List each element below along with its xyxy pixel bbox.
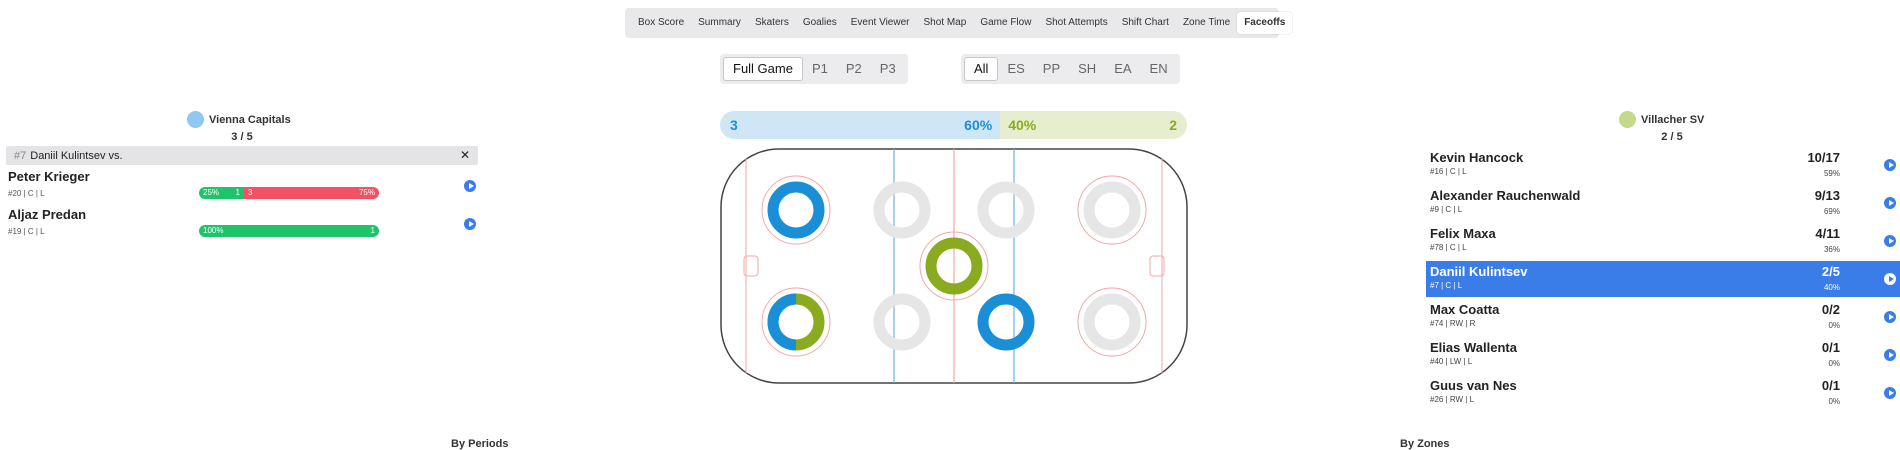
- period-option-p3[interactable]: P3: [871, 57, 905, 81]
- home-team-name: Vienna Capitals: [209, 113, 291, 126]
- faceoff-share-bar: 3 60% 40% 2: [720, 111, 1187, 139]
- loss-count: 3: [248, 188, 253, 197]
- away-team-record: 2 / 5: [1661, 131, 1683, 143]
- play-icon[interactable]: [1884, 311, 1896, 323]
- player-row[interactable]: Felix Maxa #78 | C | L 4/11 36%: [1426, 223, 1900, 259]
- opponent-faceoff-bar: 25% 1 3 75%: [199, 187, 379, 199]
- away-team-name: Villacher SV: [1641, 113, 1705, 126]
- player-faceoff-record: 4/11: [1815, 226, 1840, 241]
- opponent-name: Aljaz Predan: [8, 207, 87, 222]
- player-faceoff-record: 10/17: [1807, 150, 1840, 165]
- tab-skaters[interactable]: Skaters: [748, 12, 796, 34]
- strength-option-en[interactable]: EN: [1141, 57, 1177, 81]
- selected-player-label: Daniil Kulintsev vs.: [30, 149, 123, 162]
- home-team-logo: [187, 111, 204, 128]
- player-row[interactable]: Elias Wallenta #40 | LW | L 0/1 0%: [1426, 337, 1900, 373]
- strength-option-ea[interactable]: EA: [1105, 57, 1140, 81]
- player-faceoff-pct: 0%: [1828, 321, 1840, 330]
- player-meta: #40 | LW | L: [1430, 357, 1473, 366]
- player-faceoff-pct: 69%: [1823, 207, 1840, 216]
- strength-option-pp[interactable]: PP: [1034, 57, 1069, 81]
- player-faceoff-pct: 36%: [1823, 245, 1840, 254]
- home-share: 3 60%: [720, 111, 1001, 139]
- strength-option-all[interactable]: All: [964, 57, 999, 81]
- close-icon[interactable]: ✕: [460, 148, 470, 162]
- home-team-record: 3 / 5: [231, 131, 253, 143]
- period-filter: Full Game P1 P2 P3: [720, 54, 908, 84]
- away-pct: 40%: [1008, 117, 1037, 133]
- play-icon[interactable]: [464, 180, 476, 192]
- player-faceoff-record: 0/1: [1821, 378, 1840, 393]
- player-faceoff-record: 2/5: [1821, 264, 1840, 279]
- player-faceoff-record: 0/2: [1821, 302, 1840, 317]
- win-pct: 100%: [203, 226, 224, 235]
- win-segment: 100% 1: [199, 225, 379, 237]
- by-zones-title: By Zones: [1400, 438, 1450, 450]
- home-pct: 60%: [964, 117, 993, 133]
- tab-shot-attempts[interactable]: Shot Attempts: [1038, 12, 1114, 34]
- player-row[interactable]: Alexander Rauchenwald #9 | C | L 9/13 69%: [1426, 185, 1900, 221]
- opponent-meta: #19 | C | L: [8, 227, 45, 236]
- away-team-logo: [1619, 111, 1636, 128]
- loss-pct: 75%: [358, 188, 375, 197]
- selected-player-bar: #7 Daniil Kulintsev vs. ✕: [6, 146, 478, 165]
- play-icon[interactable]: [1884, 273, 1896, 285]
- selected-player-number: #7: [14, 149, 27, 162]
- report-tab-bar: Box Score Summary Skaters Goalies Event View…: [625, 8, 1293, 38]
- loss-segment: 3 75%: [244, 187, 379, 199]
- player-faceoff-record: 9/13: [1814, 188, 1840, 203]
- strength-option-es[interactable]: ES: [998, 57, 1033, 81]
- player-faceoff-pct: 59%: [1823, 169, 1840, 178]
- player-meta: #74 | RW | R: [1430, 319, 1476, 328]
- rink-faceoff-map: [720, 148, 1188, 384]
- win-segment: 25% 1: [199, 187, 244, 199]
- away-team-header: Villacher SV: [1619, 111, 1704, 128]
- tab-goalies[interactable]: Goalies: [796, 12, 844, 34]
- home-count: 3: [730, 117, 738, 133]
- tab-shot-map[interactable]: Shot Map: [917, 12, 974, 34]
- player-faceoff-pct: 40%: [1823, 283, 1840, 292]
- period-option-p2[interactable]: P2: [837, 57, 871, 81]
- away-share: 40% 2: [1000, 111, 1187, 139]
- opponent-faceoff-bar: 100% 1: [199, 225, 379, 237]
- by-periods-title: By Periods: [451, 438, 509, 450]
- player-meta: #26 | RW | L: [1430, 395, 1475, 404]
- opponent-meta: #20 | C | L: [8, 189, 45, 198]
- play-icon[interactable]: [464, 218, 476, 230]
- play-icon[interactable]: [1884, 159, 1896, 171]
- tab-zone-time[interactable]: Zone Time: [1176, 12, 1237, 34]
- opponent-name: Peter Krieger: [8, 169, 90, 184]
- play-icon[interactable]: [1884, 235, 1896, 247]
- tab-summary[interactable]: Summary: [691, 12, 748, 34]
- strength-option-sh[interactable]: SH: [1069, 57, 1105, 81]
- win-count: 1: [370, 226, 375, 235]
- play-icon[interactable]: [1884, 197, 1896, 209]
- home-team-header: Vienna Capitals: [187, 111, 291, 128]
- player-row[interactable]: Daniil Kulintsev #7 | C | L 2/5 40%: [1426, 261, 1900, 297]
- period-option-p1[interactable]: P1: [803, 57, 837, 81]
- player-faceoff-pct: 0%: [1828, 397, 1840, 406]
- tab-shift-chart[interactable]: Shift Chart: [1115, 12, 1176, 34]
- tab-faceoffs[interactable]: Faceoffs: [1237, 12, 1293, 34]
- strength-filter: All ES PP SH EA EN: [961, 54, 1180, 84]
- player-row[interactable]: Kevin Hancock #16 | C | L 10/17 59%: [1426, 147, 1900, 183]
- tab-event-viewer[interactable]: Event Viewer: [844, 12, 917, 34]
- period-option-full-game[interactable]: Full Game: [723, 57, 803, 81]
- player-faceoff-record: 0/1: [1821, 340, 1840, 355]
- tab-game-flow[interactable]: Game Flow: [973, 12, 1038, 34]
- player-faceoff-pct: 0%: [1828, 359, 1840, 368]
- player-row[interactable]: Max Coatta #74 | RW | R 0/2 0%: [1426, 299, 1900, 335]
- away-count: 2: [1169, 117, 1177, 133]
- tab-box-score[interactable]: Box Score: [631, 12, 691, 34]
- play-icon[interactable]: [1884, 387, 1896, 399]
- win-pct: 25%: [203, 188, 220, 197]
- win-count: 1: [235, 188, 240, 197]
- play-icon[interactable]: [1884, 349, 1896, 361]
- player-row[interactable]: Guus van Nes #26 | RW | L 0/1 0%: [1426, 375, 1900, 411]
